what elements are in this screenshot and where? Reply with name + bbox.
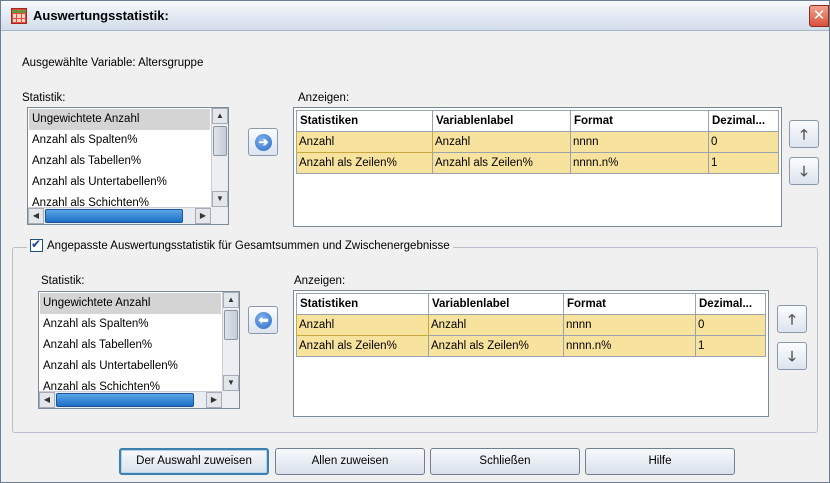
arrow-down-icon: 🡓: [788, 348, 796, 364]
table-cell[interactable]: Anzahl: [296, 314, 429, 336]
move-left-button[interactable]: ⬅: [248, 306, 278, 334]
scroll-right-icon[interactable]: ▶: [206, 392, 222, 408]
anzeigen-grid-bottom[interactable]: Statistiken Variablenlabel Format Dezima…: [293, 290, 769, 417]
move-up-button[interactable]: 🡑: [789, 120, 819, 148]
column-header[interactable]: Variablenlabel: [432, 110, 571, 132]
table-cell[interactable]: Anzahl als Zeilen%: [428, 335, 564, 357]
custom-totals-checkbox[interactable]: [30, 237, 43, 252]
table-cell[interactable]: 1: [695, 335, 766, 357]
table-cell[interactable]: Anzahl: [428, 314, 564, 336]
column-header[interactable]: Dezimal...: [695, 293, 766, 315]
scroll-up-icon[interactable]: ▲: [223, 292, 239, 308]
table-row[interactable]: Anzahl Anzahl nnnn 0: [296, 314, 766, 336]
list-item[interactable]: Anzahl als Spalten%: [40, 314, 221, 335]
vertical-scrollbar[interactable]: ▲ ▼: [222, 292, 239, 391]
move-down-button[interactable]: 🡓: [789, 157, 819, 185]
scroll-corner: [222, 391, 239, 408]
table-cell[interactable]: Anzahl: [296, 131, 433, 153]
scroll-thumb[interactable]: [213, 126, 227, 156]
list-item[interactable]: Anzahl als Tabellen%: [29, 151, 210, 172]
column-header[interactable]: Statistiken: [296, 110, 433, 132]
anzeigen-label-top: Anzeigen:: [298, 92, 350, 104]
custom-totals-checkbox-row[interactable]: Angepasste Auswertungsstatistik für Gesa…: [27, 237, 453, 252]
checkbox-label: Angepasste Auswertungsstatistik für Gesa…: [47, 239, 450, 252]
statistik-label-bottom: Statistik:: [41, 275, 85, 287]
anzeigen-grid-top[interactable]: Statistiken Variablenlabel Format Dezima…: [293, 107, 782, 227]
table-cell[interactable]: Anzahl: [432, 131, 571, 153]
move-right-button[interactable]: ➔: [248, 128, 278, 156]
table-row[interactable]: Anzahl als Zeilen% Anzahl als Zeilen% nn…: [296, 335, 766, 357]
scroll-thumb[interactable]: [56, 393, 194, 407]
table-row[interactable]: Anzahl Anzahl nnnn 0: [296, 131, 779, 153]
table-cell[interactable]: 0: [695, 314, 766, 336]
statistik-listbox-bottom[interactable]: Ungewichtete Anzahl Anzahl als Spalten% …: [38, 291, 240, 409]
table-row[interactable]: Anzahl als Zeilen% Anzahl als Zeilen% nn…: [296, 152, 779, 174]
list-item[interactable]: Ungewichtete Anzahl: [40, 293, 221, 314]
table-cell[interactable]: 0: [708, 131, 779, 153]
list-item[interactable]: Anzahl als Untertabellen%: [40, 356, 221, 377]
arrow-up-icon: 🡑: [788, 311, 796, 327]
list-item[interactable]: Anzahl als Tabellen%: [40, 335, 221, 356]
list-item[interactable]: Anzahl als Untertabellen%: [29, 172, 210, 193]
arrow-left-icon: ⬅: [255, 312, 272, 329]
statistik-listbox-top[interactable]: Ungewichtete Anzahl Anzahl als Spalten% …: [27, 107, 229, 225]
window-title: Auswertungsstatistik:: [33, 8, 169, 23]
help-button[interactable]: Hilfe: [585, 448, 735, 475]
scroll-right-icon[interactable]: ▶: [195, 208, 211, 224]
column-header[interactable]: Dezimal...: [708, 110, 779, 132]
assign-selection-button[interactable]: Der Auswahl zuweisen: [119, 448, 269, 475]
title-bar[interactable]: Auswertungsstatistik: ✕: [1, 1, 829, 31]
table-cell[interactable]: nnnn.n%: [570, 152, 709, 174]
scroll-left-icon[interactable]: ◀: [39, 392, 55, 408]
horizontal-scrollbar[interactable]: ◀ ▶: [28, 207, 211, 224]
arrow-up-icon: 🡑: [800, 126, 808, 142]
assign-all-button[interactable]: Allen zuweisen: [275, 448, 425, 475]
selected-variable-label: Ausgewählte Variable: Altersgruppe: [22, 57, 204, 69]
column-header[interactable]: Variablenlabel: [428, 293, 564, 315]
scroll-down-icon[interactable]: ▼: [223, 375, 239, 391]
table-cell[interactable]: Anzahl als Zeilen%: [296, 335, 429, 357]
table-cell[interactable]: nnnn: [570, 131, 709, 153]
close-window-button[interactable]: ✕: [809, 5, 829, 27]
table-cell[interactable]: nnnn.n%: [563, 335, 696, 357]
table-cell[interactable]: 1: [708, 152, 779, 174]
horizontal-scrollbar[interactable]: ◀ ▶: [39, 391, 222, 408]
table-cell[interactable]: Anzahl als Zeilen%: [432, 152, 571, 174]
anzeigen-label-bottom: Anzeigen:: [294, 275, 346, 287]
scroll-thumb[interactable]: [224, 310, 238, 340]
move-down-button-bottom[interactable]: 🡓: [777, 342, 807, 370]
dialog-window: Auswertungsstatistik: ✕ Ausgewählte Vari…: [0, 0, 830, 483]
arrow-down-icon: 🡓: [800, 163, 808, 179]
column-header[interactable]: Statistiken: [296, 293, 429, 315]
table-cell[interactable]: nnnn: [563, 314, 696, 336]
scroll-corner: [211, 207, 228, 224]
statistik-label-top: Statistik:: [22, 92, 66, 104]
scroll-up-icon[interactable]: ▲: [212, 108, 228, 124]
scroll-down-icon[interactable]: ▼: [212, 191, 228, 207]
table-icon: [11, 8, 27, 24]
close-button[interactable]: Schließen: [430, 448, 580, 475]
table-cell[interactable]: Anzahl als Zeilen%: [296, 152, 433, 174]
list-item[interactable]: Ungewichtete Anzahl: [29, 109, 210, 130]
move-up-button-bottom[interactable]: 🡑: [777, 305, 807, 333]
scroll-thumb[interactable]: [45, 209, 183, 223]
scroll-left-icon[interactable]: ◀: [28, 208, 44, 224]
column-header[interactable]: Format: [563, 293, 696, 315]
arrow-right-icon: ➔: [255, 134, 272, 151]
column-header[interactable]: Format: [570, 110, 709, 132]
vertical-scrollbar[interactable]: ▲ ▼: [211, 108, 228, 207]
list-item[interactable]: Anzahl als Spalten%: [29, 130, 210, 151]
